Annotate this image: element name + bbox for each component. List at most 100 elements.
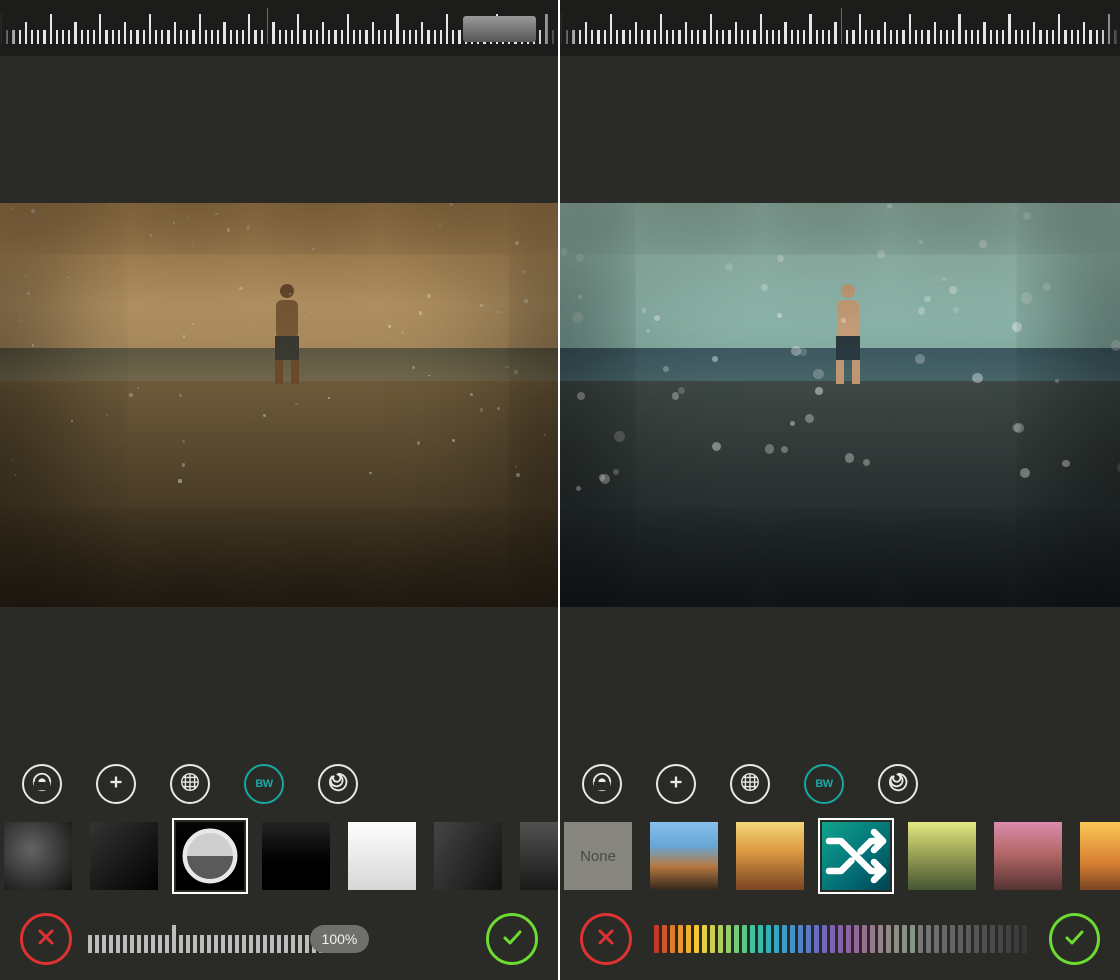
gradient-3[interactable] [818, 818, 894, 894]
texture-5[interactable] [344, 818, 420, 894]
ruler-tick [753, 30, 755, 44]
thumbnail-strip[interactable] [0, 814, 558, 898]
cancel-button[interactable] [580, 913, 632, 965]
close-icon [34, 925, 58, 954]
texture-2[interactable] [86, 818, 162, 894]
ruler-tick [965, 30, 967, 44]
close-icon [594, 925, 618, 954]
hue-stop [726, 925, 731, 953]
cancel-button[interactable] [20, 913, 72, 965]
ruler-tick [672, 30, 674, 44]
ruler-tick [365, 30, 367, 44]
ruler-tick [167, 30, 169, 44]
ruler-tick [629, 30, 631, 44]
ruler-tick [390, 30, 392, 44]
none-label: None [580, 848, 616, 865]
top-ruler[interactable] [0, 0, 558, 56]
hue-stop [894, 925, 899, 953]
slider-tick [95, 935, 99, 953]
ruler-tick [1071, 30, 1073, 44]
ruler-tick [434, 30, 436, 44]
ruler-tick [421, 22, 423, 44]
ruler-marker[interactable] [841, 8, 843, 44]
ruler-tick [828, 30, 830, 44]
slider-tick [242, 935, 246, 953]
ruler-tick [372, 22, 374, 44]
ruler-tick [896, 30, 898, 44]
ruler-tick [990, 30, 992, 44]
ruler-tick [977, 30, 979, 44]
hue-stop [678, 925, 683, 953]
grid-tool[interactable] [730, 764, 770, 804]
texture-7[interactable] [516, 818, 558, 894]
photo-canvas[interactable] [0, 56, 558, 754]
bw-tool[interactable]: BW [804, 764, 844, 804]
gradient-none[interactable]: None [560, 818, 636, 894]
texture-1[interactable] [0, 818, 76, 894]
hue-stop [830, 925, 835, 953]
ruler-tick [591, 30, 593, 44]
slider-tick [228, 935, 232, 953]
ruler-tick [697, 30, 699, 44]
ruler-tick [952, 30, 954, 44]
swirl-icon [887, 771, 909, 798]
swirl-tool[interactable] [318, 764, 358, 804]
ruler-tick [93, 30, 95, 44]
texture-4[interactable] [258, 818, 334, 894]
slider-tick [102, 935, 106, 953]
ruler-tick [74, 22, 76, 44]
swirl-tool[interactable] [878, 764, 918, 804]
intensity-slider[interactable]: 100% [88, 919, 470, 959]
ruler-tick [1096, 30, 1098, 44]
confirm-button[interactable] [486, 913, 538, 965]
gradient-5[interactable] [990, 818, 1066, 894]
confirm-button[interactable] [1049, 913, 1101, 965]
hue-slider[interactable] [648, 919, 1033, 959]
add-tool[interactable] [656, 764, 696, 804]
texture-6[interactable] [430, 818, 506, 894]
plus-icon [105, 771, 127, 798]
tool-row: BW [0, 754, 558, 814]
ruler-tick [378, 30, 380, 44]
hue-stop [958, 925, 963, 953]
hue-stop [806, 925, 811, 953]
ruler-tick [647, 30, 649, 44]
bw-tool[interactable]: BW [244, 764, 284, 804]
ruler-tick [81, 30, 83, 44]
ruler-tick [604, 30, 606, 44]
ruler-handle[interactable] [463, 16, 536, 42]
vignette-tool[interactable] [22, 764, 62, 804]
screen-right: BW None [560, 0, 1120, 980]
thumbnail-strip[interactable]: None [560, 814, 1120, 898]
ruler-marker[interactable] [267, 8, 269, 44]
slider-tick [88, 935, 92, 953]
half-circle-icon [31, 771, 53, 798]
gradient-4[interactable] [904, 818, 980, 894]
add-tool[interactable] [96, 764, 136, 804]
ruler-tick [716, 30, 718, 44]
hue-stop [934, 925, 939, 953]
ruler-tick [846, 30, 848, 44]
top-ruler[interactable] [560, 0, 1120, 56]
ruler-tick [865, 30, 867, 44]
slider-tick [172, 925, 176, 953]
ruler-tick [797, 30, 799, 44]
hue-stop [854, 925, 859, 953]
ruler-tick [155, 30, 157, 44]
texture-3[interactable] [172, 818, 248, 894]
gradient-6[interactable] [1076, 818, 1120, 894]
ruler-tick [735, 22, 737, 44]
slider-tick [130, 935, 134, 953]
ruler-tick [610, 14, 612, 44]
ruler-tick [427, 30, 429, 44]
photo-canvas[interactable] [560, 56, 1120, 754]
gradient-1[interactable] [646, 818, 722, 894]
vignette-tool[interactable] [582, 764, 622, 804]
grid-tool[interactable] [170, 764, 210, 804]
ruler-tick [809, 14, 811, 44]
gradient-2[interactable] [732, 818, 808, 894]
ruler-tick [180, 30, 182, 44]
hue-stop [918, 925, 923, 953]
ruler-tick [946, 30, 948, 44]
ruler-tick [186, 30, 188, 44]
